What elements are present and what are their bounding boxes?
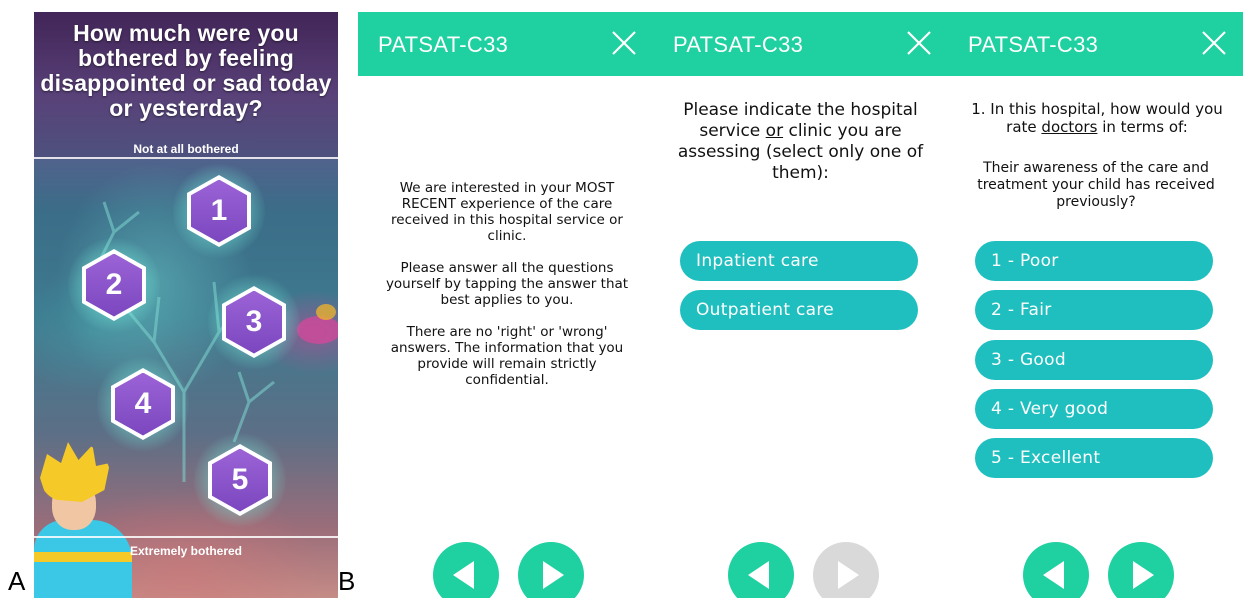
option-poor[interactable]: 1 - Poor: [975, 241, 1213, 281]
answer-hexagon-2[interactable]: 2: [68, 237, 160, 333]
option-outpatient-care[interactable]: Outpatient care: [680, 290, 918, 330]
game-screen: How much were you bothered by feeling di…: [34, 12, 338, 598]
app-title: PATSAT-C33: [673, 32, 804, 57]
next-button[interactable]: [518, 542, 584, 598]
close-icon[interactable]: [611, 30, 637, 56]
close-icon[interactable]: [906, 30, 932, 56]
intro-paragraph: We are interested in your MOST RECENT ex…: [391, 180, 623, 244]
app-bar: PATSAT-C33: [358, 12, 653, 76]
service-prompt: Please indicate the hospital service or …: [677, 100, 924, 183]
intro-paragraph: There are no 'right' or 'wrong' answers.…: [390, 324, 624, 388]
survey-screen-service: PATSAT-C33 Please indicate the hospital …: [653, 12, 948, 598]
scale-bottom-label: Extremely bothered: [129, 544, 243, 558]
next-button[interactable]: [1108, 542, 1174, 598]
answer-hexagon-4[interactable]: 4: [97, 356, 189, 452]
option-very-good[interactable]: 4 - Very good: [975, 389, 1213, 429]
prev-button[interactable]: [433, 542, 499, 598]
arrow-right-icon: [543, 561, 564, 589]
option-fair[interactable]: 2 - Fair: [975, 290, 1213, 330]
answer-hexagon-1[interactable]: 1: [173, 163, 265, 259]
panel-label-a: A: [8, 566, 26, 596]
panel-label-b: B: [338, 566, 356, 596]
question-text: How much were you bothered by feeling di…: [40, 20, 332, 121]
arrow-right-icon: [1133, 561, 1154, 589]
arrow-left-icon: [748, 561, 769, 589]
survey-screen-question: PATSAT-C33 1. In this hospital, how woul…: [948, 12, 1243, 598]
app-bar: PATSAT-C33: [948, 12, 1243, 76]
option-inpatient-care[interactable]: Inpatient care: [680, 241, 918, 281]
question-heading: 1. In this hospital, how would you rate …: [971, 100, 1223, 136]
arrow-right-icon: [838, 561, 859, 589]
question-subtext: Their awareness of the care and treatmen…: [977, 160, 1215, 210]
question-band: How much were you bothered by feeling di…: [34, 12, 338, 159]
intro-text: We are interested in your MOST RECENT ex…: [378, 180, 636, 404]
prev-button[interactable]: [1023, 542, 1089, 598]
option-excellent[interactable]: 5 - Excellent: [975, 438, 1213, 478]
close-icon[interactable]: [1201, 30, 1227, 56]
next-button-disabled: [813, 542, 879, 598]
app-title: PATSAT-C33: [968, 32, 1099, 57]
scale-top-label: Not at all bothered: [133, 142, 239, 156]
intro-paragraph: Please answer all the questions yourself…: [385, 260, 629, 308]
arrow-left-icon: [1043, 561, 1064, 589]
app-bar: PATSAT-C33: [653, 12, 948, 76]
prev-button[interactable]: [728, 542, 794, 598]
survey-screen-intro: PATSAT-C33 We are interested in your MOS…: [358, 12, 653, 598]
app-title: PATSAT-C33: [378, 32, 509, 57]
scale-bottom-band: Extremely bothered: [34, 536, 338, 598]
arrow-left-icon: [453, 561, 474, 589]
option-good[interactable]: 3 - Good: [975, 340, 1213, 380]
answer-hexagon-3[interactable]: 3: [208, 274, 300, 370]
answer-hexagon-5[interactable]: 5: [194, 432, 286, 528]
